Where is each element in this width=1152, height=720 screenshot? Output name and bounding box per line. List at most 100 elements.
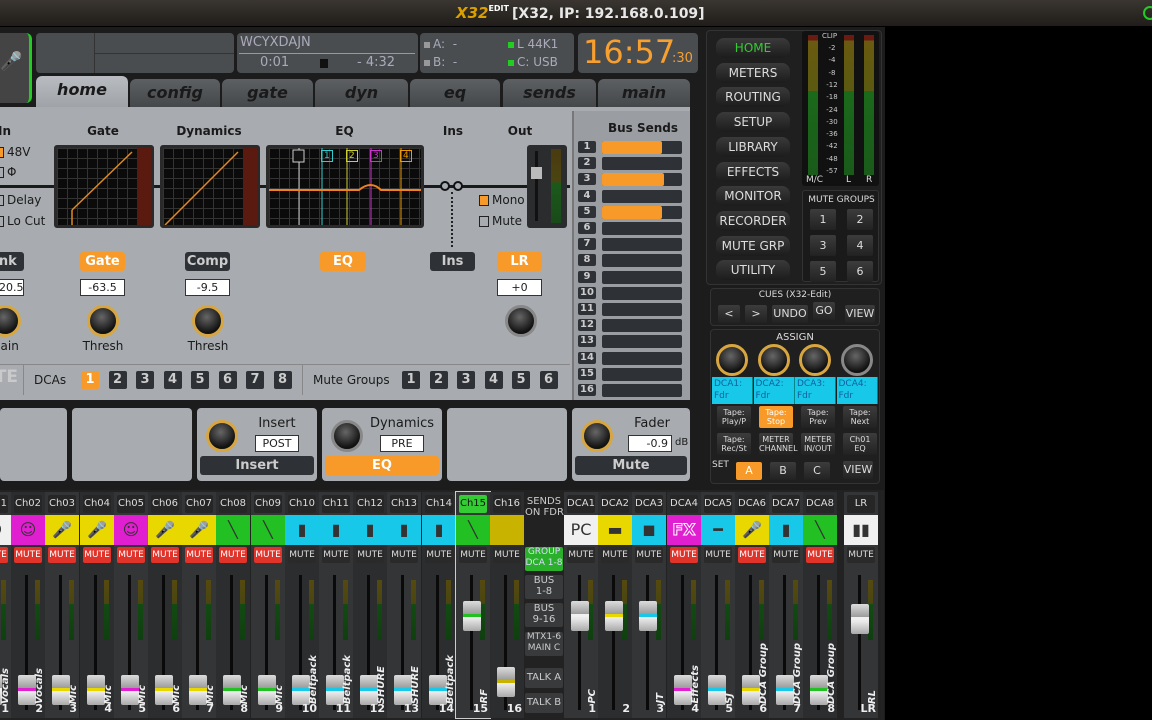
mono-checkbox[interactable]: Mono (479, 193, 525, 207)
group-dca-button[interactable]: GROUP DCA 1-8 (525, 547, 563, 571)
bus-send-10-slider[interactable] (602, 286, 682, 300)
face-icon[interactable]: ☺ (11, 515, 45, 545)
cue-prev-button[interactable]: < (718, 305, 740, 323)
assign-button-2-3[interactable]: METER IN/OUT (801, 433, 835, 455)
channel-select-button[interactable]: Ch05 (117, 495, 145, 513)
sends-on-fader-button[interactable]: SENDS ON FDR (525, 496, 564, 520)
microphone-icon[interactable]: 🎤 (80, 515, 114, 545)
speakers-icon[interactable]: ▮▮ (844, 515, 878, 545)
nav-mute-grp-button[interactable]: MUTE GRP (716, 235, 790, 256)
fader-handle[interactable] (605, 601, 623, 632)
fader-handle[interactable] (639, 601, 657, 632)
microphone-icon[interactable]: 🎤 (735, 515, 769, 545)
bus-send-15-slider[interactable] (602, 367, 682, 381)
channel-select-button[interactable]: Ch09 (254, 495, 282, 513)
mute-button[interactable]: MUTE (601, 547, 629, 563)
dca-assign-5[interactable]: 5 (191, 371, 209, 389)
mute-button[interactable]: MUTE (185, 547, 213, 563)
mute-button[interactable]: MUTE (48, 547, 76, 563)
keyboard-icon[interactable]: ▬ (598, 515, 632, 545)
channel-select-button[interactable]: Ch14 (425, 495, 453, 513)
dca-assign-1[interactable]: 1 (81, 371, 99, 389)
bus-send-12-slider[interactable] (602, 319, 682, 333)
fader-handle[interactable] (463, 601, 481, 632)
insert-button[interactable]: Insert (200, 456, 314, 475)
mute-button[interactable]: MUTE (219, 547, 247, 563)
tab-home[interactable]: home (36, 76, 128, 107)
dca-assign-3[interactable]: 3 (136, 371, 154, 389)
cue-go-button[interactable]: GO (813, 302, 835, 320)
mute-button[interactable]: MUTE (356, 547, 384, 563)
bus-send-5-slider[interactable] (602, 205, 682, 219)
pan-knob[interactable] (505, 305, 537, 337)
nav-home-button[interactable]: HOME (716, 38, 790, 58)
mute-group-6-button[interactable]: 6 (847, 261, 873, 282)
channel-select-button[interactable]: Ch12 (356, 495, 384, 513)
phase-checkbox[interactable]: Φ (0, 165, 16, 179)
beltpack-icon[interactable]: ▮ (422, 515, 456, 545)
channel-select-button[interactable]: DCA3 (635, 495, 663, 513)
mute-group-assign-4[interactable]: 4 (484, 371, 503, 389)
assign-button-1-1[interactable]: Tape: Play/P (717, 406, 751, 428)
assign-knob-4[interactable] (840, 344, 873, 376)
mute-button[interactable]: MUTE (493, 547, 521, 563)
beltpack-icon[interactable]: ▮ (319, 515, 353, 545)
gate-graph[interactable] (54, 145, 154, 228)
set-A-button[interactable]: A (736, 462, 762, 480)
mute-group-4-button[interactable]: 4 (847, 235, 873, 256)
eq-band-4-handle[interactable]: 4 (400, 150, 412, 162)
dca-assign-2[interactable]: 2 (108, 371, 127, 389)
channel-select-button[interactable]: DCA7 (772, 495, 800, 513)
beltpack-icon[interactable]: ▮ (387, 515, 421, 545)
dca-assign-6[interactable]: 6 (218, 371, 237, 389)
beltpack-icon[interactable]: ▮ (285, 515, 319, 545)
bus-send-1-slider[interactable] (602, 141, 682, 154)
delay-checkbox[interactable]: Delay (0, 193, 42, 207)
assign-knob-1[interactable] (716, 344, 748, 376)
eq-band-2-handle[interactable]: 2 (346, 150, 358, 162)
link-button[interactable]: Link (0, 252, 24, 271)
channel-select-button[interactable]: LR (847, 495, 875, 513)
talkback-b-button[interactable]: TALK B (525, 693, 563, 713)
channel-select-button[interactable]: DCA6 (738, 495, 766, 513)
mute-button[interactable]: MUTE (738, 547, 766, 563)
phantom-48v-checkbox[interactable]: 48V (0, 145, 30, 159)
beltpack-icon[interactable]: ▮ (769, 515, 803, 545)
mute-button[interactable]: MUTE (704, 547, 732, 563)
mute-group-3-button[interactable]: 3 (810, 235, 836, 256)
assign-view-button[interactable]: VIEW (843, 461, 873, 479)
tab-main[interactable]: main (598, 79, 690, 107)
bus-1-8-button[interactable]: BUS 1-8 (525, 575, 563, 599)
channel-select-button[interactable]: Ch16 (493, 495, 521, 513)
gate-threshold-knob[interactable] (87, 305, 119, 337)
stop-icon[interactable] (320, 59, 328, 68)
microphone-icon[interactable]: 🎤 (148, 515, 182, 545)
tab-sends[interactable]: sends (503, 79, 596, 107)
channel-select-button[interactable]: Ch03 (48, 495, 76, 513)
fader-value[interactable]: -0.9 (628, 435, 672, 452)
channel-select-button[interactable]: Ch15 (459, 495, 487, 513)
dca-assign-8[interactable]: 8 (273, 371, 292, 389)
channel-select-button[interactable]: Ch13 (390, 495, 418, 513)
bus-send-9-slider[interactable] (602, 270, 682, 284)
bus-send-6-slider[interactable] (602, 222, 682, 235)
condenser-mic-icon[interactable]: ╲ (251, 515, 285, 545)
microphone-icon[interactable]: 🎤 (182, 515, 216, 545)
mute-button[interactable]: MUTE (322, 547, 350, 563)
channel-select-button[interactable]: DCA8 (806, 495, 834, 513)
dca-assign-4[interactable]: 4 (163, 371, 182, 389)
channel-icon-display[interactable]: 🎤 (0, 33, 32, 103)
mute-button[interactable]: MUTE (0, 547, 8, 563)
assign-button-2-4[interactable]: Ch01 EQ (843, 433, 877, 455)
assign-button-2-2[interactable]: METER CHANNEL (759, 433, 798, 455)
assign-button-1-4[interactable]: Tape: Next (843, 406, 877, 428)
fx-icon[interactable]: FX (667, 515, 701, 545)
microphone-icon[interactable]: 🎤 (45, 515, 79, 545)
lr-button[interactable]: LR (497, 252, 542, 271)
tab-config[interactable]: config (130, 79, 220, 107)
channel-select-button[interactable]: Ch08 (219, 495, 247, 513)
set-C-button[interactable]: C (804, 462, 830, 480)
assign-knob-3[interactable] (799, 344, 831, 376)
bus-send-8-slider[interactable] (602, 254, 682, 268)
nav-utility-button[interactable]: UTILITY (716, 260, 790, 281)
